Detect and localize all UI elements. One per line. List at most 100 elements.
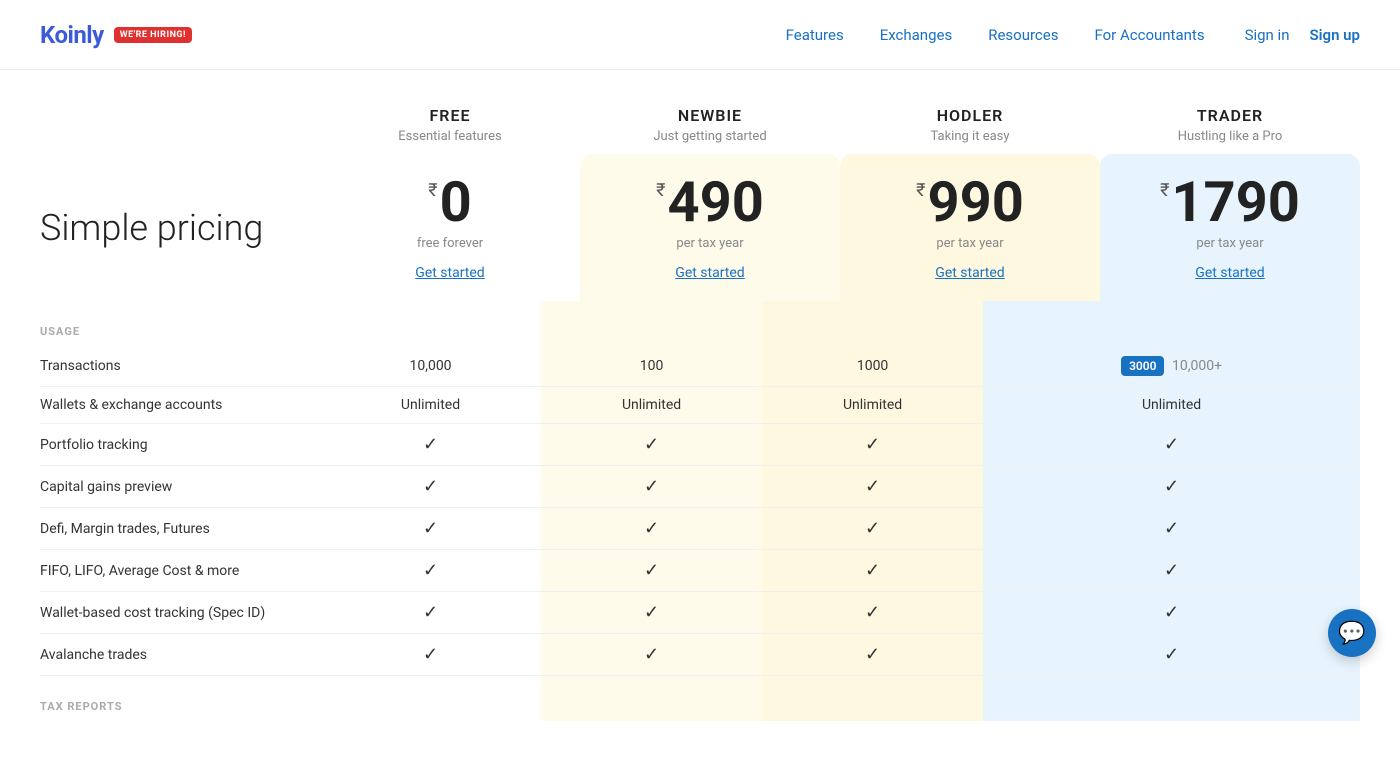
val-avalanche-trader: ✓	[983, 634, 1360, 676]
val-transactions-free: 10,000	[320, 346, 541, 387]
nav-actions: Sign in Sign up	[1245, 26, 1360, 44]
val-portfolio-newbie: ✓	[541, 424, 762, 466]
nav-links: Features Exchanges Resources For Account…	[786, 26, 1205, 44]
val-fifo-trader: ✓	[983, 550, 1360, 592]
row-avalanche: Avalanche trades ✓ ✓ ✓ ✓	[40, 634, 1360, 676]
chat-bubble[interactable]: 💬	[1328, 609, 1376, 657]
row-defi: Defi, Margin trades, Futures ✓ ✓ ✓ ✓	[40, 508, 1360, 550]
check-icon: ✓	[865, 560, 880, 581]
check-icon: ✓	[423, 560, 438, 581]
check-icon: ✓	[865, 602, 880, 623]
val-transactions-hodler: 1000	[762, 346, 983, 387]
check-icon: ✓	[423, 434, 438, 455]
row-portfolio: Portfolio tracking ✓ ✓ ✓ ✓	[40, 424, 1360, 466]
val-capital-hodler: ✓	[762, 466, 983, 508]
tx-extra: 10,000+	[1172, 358, 1222, 374]
price-amount-newbie: ₹ 490	[590, 174, 830, 230]
val-avalanche-hodler: ✓	[762, 634, 983, 676]
val-wallet-cost-hodler: ✓	[762, 592, 983, 634]
val-wallet-cost-newbie: ✓	[541, 592, 762, 634]
cta-free[interactable]: Get started	[415, 265, 484, 281]
price-amount-hodler: ₹ 990	[850, 174, 1090, 230]
plan-header-trader: TRADER Hustling like a Pro	[1100, 90, 1360, 154]
val-avalanche-free: ✓	[320, 634, 541, 676]
check-icon: ✓	[644, 560, 659, 581]
val-wallets-free: Unlimited	[320, 387, 541, 424]
price-cell-free: ₹ 0 free forever Get started	[320, 154, 580, 301]
val-capital-trader: ✓	[983, 466, 1360, 508]
val-capital-free: ✓	[320, 466, 541, 508]
hiring-badge: WE'RE HIRING!	[114, 27, 192, 43]
section-tax-reports: TAX REPORTS	[40, 676, 1360, 722]
plans-header: FREE Essential features NEWBIE Just gett…	[40, 70, 1360, 154]
feature-capital-gains: Capital gains preview	[40, 466, 320, 508]
price-amount-free: ₹ 0	[330, 174, 570, 230]
nav-accountants[interactable]: For Accountants	[1094, 26, 1204, 44]
feature-defi: Defi, Margin trades, Futures	[40, 508, 320, 550]
check-icon: ✓	[644, 434, 659, 455]
feature-transactions: Transactions	[40, 346, 320, 387]
check-icon: ✓	[423, 644, 438, 665]
price-number-free: 0	[440, 174, 472, 230]
tx-free-value: 10,000	[409, 358, 451, 374]
price-period-newbie: per tax year	[590, 236, 830, 251]
features-table: USAGE Transactions 10,000 100	[40, 301, 1360, 721]
logo-area[interactable]: Koinly WE'RE HIRING!	[40, 21, 192, 49]
check-icon: ✓	[1164, 518, 1179, 539]
check-icon: ✓	[423, 602, 438, 623]
val-defi-trader: ✓	[983, 508, 1360, 550]
val-defi-hodler: ✓	[762, 508, 983, 550]
row-wallet-cost: Wallet-based cost tracking (Spec ID) ✓ ✓…	[40, 592, 1360, 634]
val-wallets-newbie: Unlimited	[541, 387, 762, 424]
nav-exchanges[interactable]: Exchanges	[880, 26, 953, 44]
val-wallet-cost-trader: ✓	[983, 592, 1360, 634]
cta-trader[interactable]: Get started	[1195, 265, 1264, 281]
tx-newbie-value: 100	[640, 358, 664, 374]
price-amount-trader: ₹ 1790	[1110, 174, 1350, 230]
tx-badge: 3000	[1121, 356, 1164, 376]
currency-free: ₹	[428, 182, 437, 200]
check-icon: ✓	[865, 518, 880, 539]
row-transactions: Transactions 10,000 100 1000 3000 10,000…	[40, 346, 1360, 387]
feature-wallet-cost: Wallet-based cost tracking (Spec ID)	[40, 592, 320, 634]
val-transactions-newbie: 100	[541, 346, 762, 387]
val-fifo-free: ✓	[320, 550, 541, 592]
page-title: Simple pricing	[40, 210, 263, 246]
val-portfolio-trader: ✓	[983, 424, 1360, 466]
price-period-trader: per tax year	[1110, 236, 1350, 251]
price-period-free: free forever	[330, 236, 570, 251]
row-capital-gains: Capital gains preview ✓ ✓ ✓ ✓	[40, 466, 1360, 508]
plan-header-newbie: NEWBIE Just getting started	[580, 90, 840, 154]
val-portfolio-free: ✓	[320, 424, 541, 466]
feature-fifo: FIFO, LIFO, Average Cost & more	[40, 550, 320, 592]
section-usage: USAGE	[40, 301, 1360, 346]
price-cell-trader: ₹ 1790 per tax year Get started	[1100, 154, 1360, 301]
check-icon: ✓	[1164, 644, 1179, 665]
price-cell-newbie: ₹ 490 per tax year Get started	[580, 154, 840, 301]
price-cell-hodler: ₹ 990 per tax year Get started	[840, 154, 1100, 301]
nav-resources[interactable]: Resources	[988, 26, 1058, 44]
signup-link[interactable]: Sign up	[1309, 26, 1360, 44]
feature-avalanche: Avalanche trades	[40, 634, 320, 676]
price-number-newbie: 490	[667, 174, 763, 230]
val-defi-free: ✓	[320, 508, 541, 550]
cta-newbie[interactable]: Get started	[675, 265, 744, 281]
check-icon: ✓	[644, 602, 659, 623]
check-icon: ✓	[423, 518, 438, 539]
check-icon: ✓	[1164, 434, 1179, 455]
currency-hodler: ₹	[916, 182, 925, 200]
section-label-tax: TAX REPORTS	[40, 676, 320, 722]
signin-link[interactable]: Sign in	[1245, 26, 1290, 44]
cta-hodler[interactable]: Get started	[935, 265, 1004, 281]
currency-trader: ₹	[1160, 182, 1169, 200]
val-avalanche-newbie: ✓	[541, 634, 762, 676]
feature-wallets: Wallets & exchange accounts	[40, 387, 320, 424]
check-icon: ✓	[644, 644, 659, 665]
navigation: Koinly WE'RE HIRING! Features Exchanges …	[0, 0, 1400, 70]
price-number-hodler: 990	[927, 174, 1023, 230]
section-label-usage: USAGE	[40, 301, 320, 346]
val-defi-newbie: ✓	[541, 508, 762, 550]
nav-features[interactable]: Features	[786, 26, 844, 44]
chat-icon: 💬	[1338, 621, 1365, 646]
plan-header-free: FREE Essential features	[320, 90, 580, 154]
